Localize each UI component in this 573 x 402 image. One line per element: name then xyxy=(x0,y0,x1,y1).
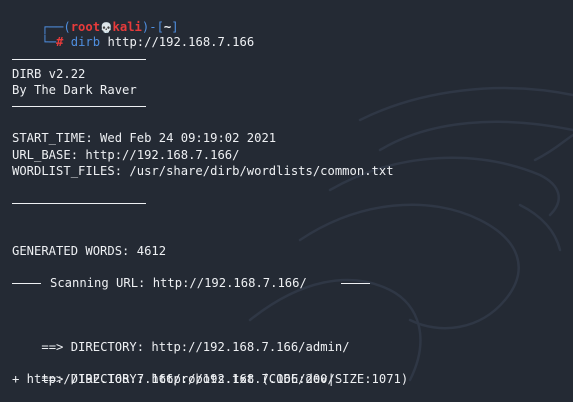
divider xyxy=(12,203,146,204)
start-time: START_TIME: Wed Feb 24 09:19:02 2021 xyxy=(12,131,277,145)
scan-dash-left xyxy=(12,283,41,284)
generated-words: GENERATED WORDS: 4612 xyxy=(12,244,167,258)
banner-version: DIRB v2.22 xyxy=(12,67,86,81)
scan-dash-right xyxy=(341,283,370,284)
url-base: URL_BASE: http://192.168.7.166/ xyxy=(12,148,240,162)
banner-author: By The Dark Raver xyxy=(12,83,137,97)
scanning-url: Scanning URL: http://192.168.7.166/ xyxy=(50,276,307,290)
file-result: + http://192.168.7.166/robots.txt (CODE:… xyxy=(12,372,409,386)
divider xyxy=(12,59,146,60)
command-name: dirb xyxy=(70,35,101,49)
wordlist-files: WORDLIST_FILES: /usr/share/dirb/wordlist… xyxy=(12,164,394,178)
terminal-window[interactable]: ┌──(root💀kali)-[~] └─# dirb http://192.1… xyxy=(0,0,573,402)
command-args: http://192.168.7.166 xyxy=(107,35,255,49)
directory-text: DIRECTORY: http://192.168.7.166/admin/ xyxy=(70,340,350,354)
prompt-corner: └─ xyxy=(41,35,57,49)
arrow-icon: ==> xyxy=(41,340,64,354)
prompt-hash: # xyxy=(56,35,64,49)
divider xyxy=(12,106,146,107)
